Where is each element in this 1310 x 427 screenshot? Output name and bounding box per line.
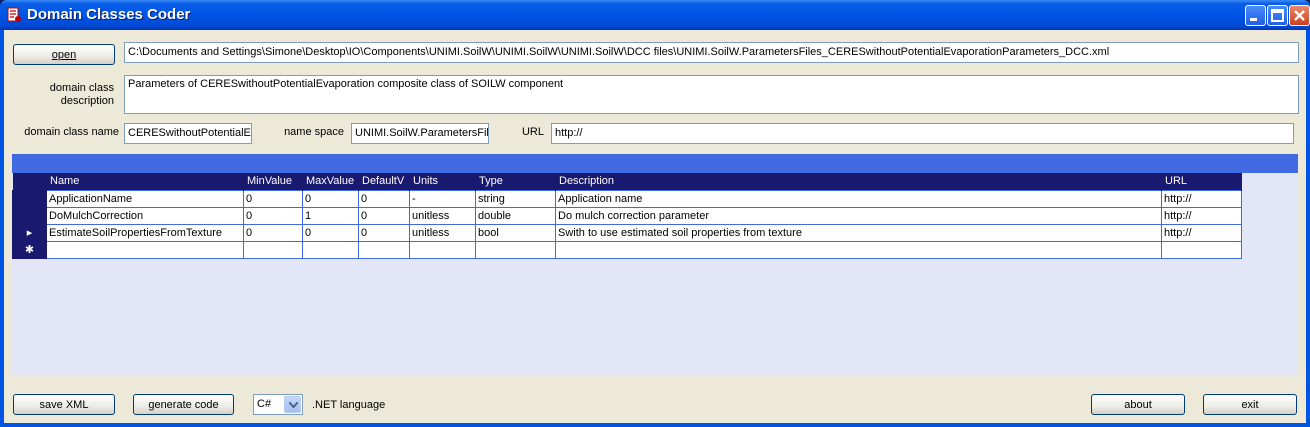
table-cell[interactable]: double xyxy=(475,206,556,225)
table-cell[interactable]: DoMulchCorrection xyxy=(46,206,244,225)
table-cell[interactable] xyxy=(409,240,476,259)
table-cell[interactable]: 0 xyxy=(302,189,359,208)
language-select-value: C# xyxy=(257,398,272,410)
description-field[interactable]: Parameters of CERESwithoutPotentialEvapo… xyxy=(124,75,1299,114)
file-path-field[interactable]: C:\Documents and Settings\Simone\Desktop… xyxy=(124,42,1299,63)
table-row[interactable]: DoMulchCorrection 0 1 0 unitless double Do mul… xyxy=(12,206,1242,225)
table-cell[interactable] xyxy=(1161,240,1242,259)
table-cell[interactable] xyxy=(475,240,556,259)
table-cell[interactable] xyxy=(358,240,410,259)
about-button[interactable]: about xyxy=(1091,394,1185,415)
table-row[interactable]: ✱ xyxy=(12,240,1242,259)
about-button-label: about xyxy=(1124,398,1152,411)
description-label-line1: domain class xyxy=(49,82,114,94)
maximize-icon xyxy=(1271,9,1284,22)
table-cell[interactable]: Swith to use estimated soil properties f… xyxy=(555,223,1162,242)
title-bar[interactable]: Domain Classes Coder xyxy=(0,0,1310,30)
table-cell[interactable]: unitless xyxy=(409,223,476,242)
open-button[interactable]: open xyxy=(13,44,115,65)
table-cell[interactable] xyxy=(555,240,1162,259)
table-row[interactable]: ▸ EstimateSoilPropertiesFromTexture 0 0 0 uni… xyxy=(12,223,1242,242)
column-header[interactable]: Description xyxy=(555,173,1162,190)
table-cell[interactable]: Application name xyxy=(555,189,1162,208)
table-cell[interactable]: 0 xyxy=(302,223,359,242)
column-header[interactable]: MinValue xyxy=(243,173,303,190)
namespace-field[interactable]: UNIMI.SoilW.ParametersFil xyxy=(351,123,489,144)
parameters-table: Name MinValue MaxValue DefaultV Units Type Des… xyxy=(12,173,1242,259)
minimize-icon xyxy=(1250,18,1257,21)
row-indicator[interactable]: ✱ xyxy=(12,240,47,259)
column-header[interactable]: Name xyxy=(46,173,244,190)
column-header[interactable]: Type xyxy=(475,173,556,190)
language-label: .NET language xyxy=(312,399,386,411)
app-window: Domain Classes Coder open C:\Documents a… xyxy=(0,0,1310,427)
table-cell[interactable]: 0 xyxy=(243,206,303,225)
url-label: URL xyxy=(521,126,544,138)
table-cell[interactable] xyxy=(243,240,303,259)
row-header-corner xyxy=(12,173,47,190)
table-cell[interactable]: ApplicationName xyxy=(46,189,244,208)
description-label-line2: description xyxy=(60,95,114,107)
column-header[interactable]: MaxValue xyxy=(302,173,359,190)
close-button[interactable] xyxy=(1289,5,1310,26)
row-indicator[interactable] xyxy=(12,206,47,225)
url-field[interactable]: http:// xyxy=(551,123,1294,144)
row-indicator[interactable] xyxy=(12,189,47,208)
table-cell[interactable]: - xyxy=(409,189,476,208)
table-cell[interactable]: http:// xyxy=(1161,189,1242,208)
exit-button[interactable]: exit xyxy=(1203,394,1297,415)
table-cell[interactable]: bool xyxy=(475,223,556,242)
table-cell[interactable]: http:// xyxy=(1161,223,1242,242)
window-title: Domain Classes Coder xyxy=(27,6,191,23)
table-cell[interactable]: EstimateSoilPropertiesFromTexture xyxy=(46,223,244,242)
table-cell[interactable]: unitless xyxy=(409,206,476,225)
table-cell[interactable] xyxy=(46,240,244,259)
grid-caption-bar xyxy=(12,154,1298,173)
table-cell[interactable]: http:// xyxy=(1161,206,1242,225)
table-cell[interactable]: 0 xyxy=(243,189,303,208)
generate-code-button[interactable]: generate code xyxy=(133,394,234,415)
language-select[interactable]: C# xyxy=(253,394,303,415)
exit-button-label: exit xyxy=(1241,398,1259,411)
parameters-grid[interactable]: Name MinValue MaxValue DefaultV Units Type Des… xyxy=(12,154,1298,376)
table-row[interactable]: ApplicationName 0 0 0- string Application nam… xyxy=(12,189,1242,208)
maximize-button[interactable] xyxy=(1267,5,1288,26)
minimize-button[interactable] xyxy=(1245,5,1266,26)
generate-code-button-label: generate code xyxy=(148,398,219,411)
app-icon xyxy=(7,7,21,22)
save-xml-button-label: save XML xyxy=(39,398,89,411)
dropdown-arrow[interactable] xyxy=(284,396,301,413)
table-cell[interactable]: string xyxy=(475,189,556,208)
class-name-label: domain class name xyxy=(24,126,119,138)
table-cell[interactable]: 0 xyxy=(358,223,410,242)
save-xml-button[interactable]: save XML xyxy=(13,394,115,415)
row-indicator[interactable]: ▸ xyxy=(12,223,47,242)
table-cell[interactable] xyxy=(302,240,359,259)
table-cell[interactable]: Do mulch correction parameter xyxy=(555,206,1162,225)
table-cell[interactable]: 0 xyxy=(358,206,410,225)
open-button-label: open xyxy=(51,48,77,61)
table-cell[interactable]: 1 xyxy=(302,206,359,225)
table-cell[interactable]: 0 xyxy=(358,189,410,208)
column-header[interactable]: URL xyxy=(1161,173,1242,190)
description-label: domain class description xyxy=(24,82,114,108)
table-cell[interactable]: 0 xyxy=(243,223,303,242)
close-icon xyxy=(1294,10,1305,21)
column-header[interactable]: DefaultV xyxy=(358,173,410,190)
chevron-down-icon xyxy=(289,402,298,408)
namespace-label: name space xyxy=(284,126,344,138)
client-area: open C:\Documents and Settings\Simone\De… xyxy=(4,30,1306,423)
class-name-field[interactable]: CERESwithoutPotentialE xyxy=(124,123,252,144)
column-header[interactable]: Units xyxy=(409,173,476,190)
